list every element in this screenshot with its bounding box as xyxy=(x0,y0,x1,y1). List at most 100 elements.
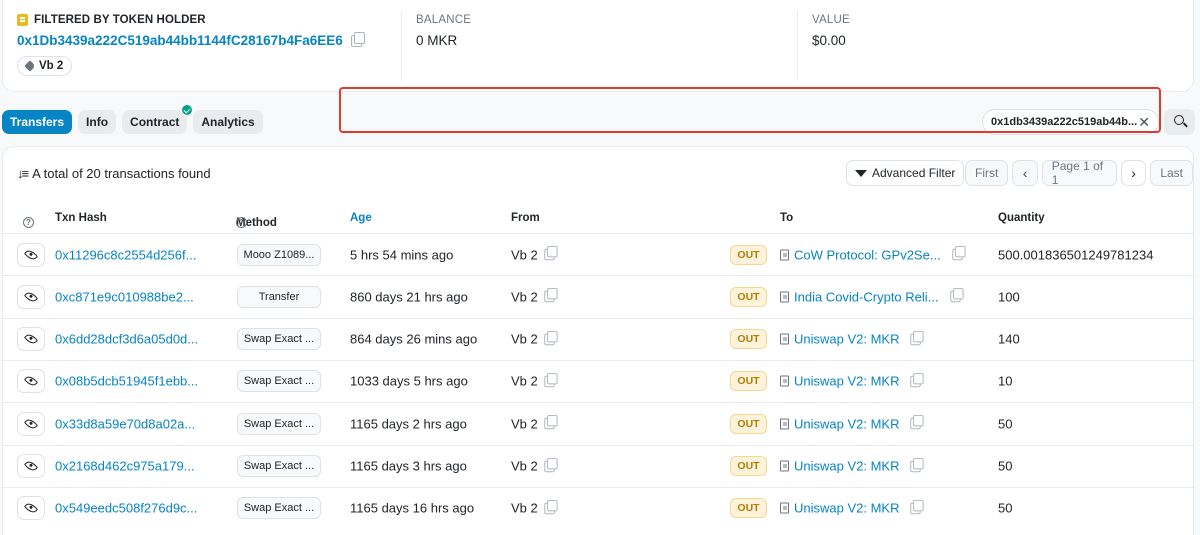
to-address-link[interactable]: Uniswap V2: MKR xyxy=(794,459,899,474)
help-icon[interactable]: ? xyxy=(236,217,247,228)
holder-tag-label: Vb 2 xyxy=(39,60,64,72)
copy-icon[interactable] xyxy=(350,31,365,47)
eye-icon xyxy=(23,289,39,304)
tab-transfers[interactable]: Transfers xyxy=(2,110,73,134)
contract-icon xyxy=(780,375,789,387)
eye-icon xyxy=(23,458,39,474)
eye-icon xyxy=(23,501,39,516)
last-page-button[interactable]: Last xyxy=(1150,160,1194,186)
to-address-link[interactable]: CoW Protocol: GPv2Se... xyxy=(794,247,941,262)
copy-icon[interactable] xyxy=(949,288,964,303)
preview-button[interactable] xyxy=(17,496,45,521)
address-filter-chip[interactable]: 0x1db3439a222c519ab44b... ✕ xyxy=(982,109,1159,135)
from-name: Vb 2 xyxy=(511,331,538,347)
to-cell: Uniswap V2: MKR xyxy=(780,330,925,347)
from-name: Vb 2 xyxy=(511,373,538,389)
from-cell: Vb 2 xyxy=(511,330,558,347)
balance-section: BALANCE 0 MKR xyxy=(401,10,797,81)
copy-icon[interactable] xyxy=(910,415,925,430)
copy-icon[interactable] xyxy=(910,330,925,345)
copy-icon[interactable] xyxy=(544,415,558,430)
address-filter-label: 0x1db3439a222c519ab44b... xyxy=(991,116,1138,128)
direction-badge: OUT xyxy=(730,498,767,519)
txn-hash-link[interactable]: 0x2168d462c975a179... xyxy=(55,459,195,474)
quantity-value: 10 xyxy=(998,373,1013,389)
preview-button[interactable] xyxy=(17,242,45,267)
txn-hash-link[interactable]: 0x33d8a59e70d8a02a... xyxy=(55,416,195,431)
copy-icon[interactable] xyxy=(544,288,558,303)
prev-page-button[interactable]: ‹ xyxy=(1012,160,1038,186)
first-page-button[interactable]: First xyxy=(965,160,1009,186)
holder-address-link[interactable]: 0x1Db3439a222C519ab44bb1144fC28167b4Fa6E… xyxy=(17,33,343,48)
contract-icon xyxy=(780,418,789,430)
from-cell: Vb 2 xyxy=(511,245,558,262)
total-label: A total of 20 transactions found xyxy=(32,166,211,181)
advanced-filter-button[interactable]: Advanced Filter xyxy=(846,160,965,186)
copy-icon[interactable] xyxy=(910,457,925,472)
txn-hash-link[interactable]: 0x6dd28dcf3d6a05d0d... xyxy=(55,332,198,347)
from-cell: Vb 2 xyxy=(511,288,558,305)
from-name: Vb 2 xyxy=(511,289,538,305)
col-age[interactable]: Age xyxy=(350,212,372,224)
method-badge: Transfer xyxy=(237,285,321,308)
col-from: From xyxy=(511,212,540,224)
preview-button[interactable] xyxy=(17,327,45,352)
contract-icon xyxy=(780,333,789,345)
col-to: To xyxy=(780,212,794,224)
txn-hash-link[interactable]: 0xc871e9c010988be2... xyxy=(55,289,194,304)
preview-button[interactable] xyxy=(17,369,45,394)
to-cell: Uniswap V2: MKR xyxy=(780,499,925,516)
to-address-link[interactable]: Uniswap V2: MKR xyxy=(794,501,899,516)
holder-section: FILTERED BY TOKEN HOLDER 0x1Db3439a222C5… xyxy=(3,0,401,91)
to-cell: CoW Protocol: GPv2Se... xyxy=(780,245,966,262)
quantity-value: 50 xyxy=(998,416,1013,432)
to-address-link[interactable]: India Covid-Crypto Reli... xyxy=(794,289,939,304)
tab-contract-label: Contract xyxy=(130,115,180,129)
preview-button[interactable] xyxy=(17,284,45,309)
search-icon[interactable] xyxy=(1164,109,1195,135)
tab-contract[interactable]: Contract xyxy=(122,104,194,134)
txn-hash-link[interactable]: 0x08b5dcb51945f1ebb... xyxy=(55,374,198,389)
from-cell: Vb 2 xyxy=(511,457,558,474)
tab-analytics[interactable]: Analytics xyxy=(193,110,263,134)
preview-button[interactable] xyxy=(17,454,45,478)
quantity-value: 500.001836501249781234 xyxy=(998,247,1154,262)
direction-badge: OUT xyxy=(730,371,767,392)
to-address-link[interactable]: Uniswap V2: MKR xyxy=(794,332,899,347)
to-cell: Uniswap V2: MKR xyxy=(780,372,925,389)
next-page-button[interactable]: › xyxy=(1120,160,1147,186)
from-cell: Vb 2 xyxy=(511,415,558,432)
holder-name-tag[interactable]: Vb 2 xyxy=(17,56,73,76)
preview-button[interactable] xyxy=(17,411,45,436)
to-address-link[interactable]: Uniswap V2: MKR xyxy=(794,416,899,431)
to-cell: Uniswap V2: MKR xyxy=(780,457,925,474)
filter-icon xyxy=(855,169,867,177)
eye-icon xyxy=(23,247,39,262)
table-row: 0xc871e9c010988be2... Transfer 860 days 21… xyxy=(3,275,1193,317)
from-name: Vb 2 xyxy=(511,416,538,432)
copy-icon[interactable] xyxy=(544,499,558,514)
txn-hash-link[interactable]: 0x549eedc508f276d9c... xyxy=(55,501,197,516)
copy-icon[interactable] xyxy=(544,372,558,388)
advanced-filter-label: Advanced Filter xyxy=(872,166,956,180)
txn-hash-link[interactable]: 0x11296c8c2554d256f... xyxy=(55,247,196,262)
tab-info[interactable]: Info xyxy=(78,110,117,134)
to-cell: Uniswap V2: MKR xyxy=(780,415,925,431)
copy-icon[interactable] xyxy=(544,457,558,472)
to-address-link[interactable]: Uniswap V2: MKR xyxy=(794,374,899,389)
copy-icon[interactable] xyxy=(544,245,558,261)
table-row: 0x08b5dcb51945f1ebb... Swap Exact ... 1033… xyxy=(3,359,1193,402)
tag-icon xyxy=(24,60,36,72)
close-icon[interactable]: ✕ xyxy=(1138,114,1150,131)
copy-icon[interactable] xyxy=(910,372,925,388)
copy-icon[interactable] xyxy=(544,330,558,345)
transfers-card: ↓≡ A total of 20 transactions found Adva… xyxy=(2,146,1194,535)
from-name: Vb 2 xyxy=(511,247,538,262)
table-row: 0x549eedc508f276d9c... Swap Exact ... 1165… xyxy=(3,486,1193,529)
from-cell: Vb 2 xyxy=(511,499,558,516)
txn-age: 860 days 21 hrs ago xyxy=(350,289,468,305)
copy-icon[interactable] xyxy=(951,245,966,261)
copy-icon[interactable] xyxy=(910,499,925,514)
holder-icon xyxy=(17,14,28,26)
direction-badge: OUT xyxy=(730,413,767,434)
